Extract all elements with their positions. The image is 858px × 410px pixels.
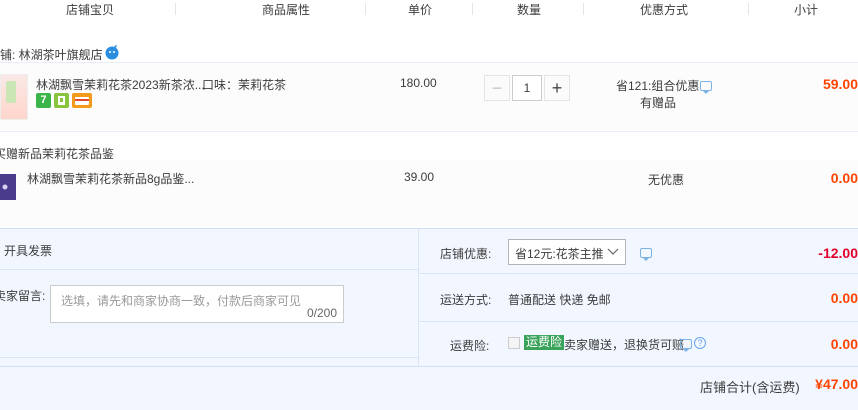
col-header-promo: 优惠方式 [640, 3, 689, 17]
seller-message-input[interactable]: 选填，请先和商家协商一致，付款后商家可见 0/200 [50, 285, 344, 323]
col-divider [748, 3, 749, 15]
order-summary: 开具发票 卖家留言: 选填，请先和商家协商一致，付款后商家可见 0/200 店铺… [0, 228, 858, 410]
gift-promo: 无优惠 [648, 173, 685, 187]
divider [0, 269, 418, 270]
promo-text: 省121:组合优惠 [616, 79, 700, 93]
chevron-down-icon [607, 248, 619, 255]
gift-title[interactable]: 林湖飘雪茉莉花茶新品8g品鉴... [27, 170, 194, 187]
col-header-item: 店铺宝贝 [66, 3, 115, 17]
cart-order-panel: { "header": { "col_item": "店铺宝贝", "col_a… [0, 0, 858, 410]
shop-total-value: ¥47.00 [815, 376, 858, 392]
shop-discount-label: 店铺优惠: [440, 247, 492, 261]
item-subtotal: 59.00 [822, 76, 858, 92]
shop-name[interactable]: 店铺: 林湖茶叶旗舰店 [0, 46, 103, 63]
quantity-stepper: − 1 + [484, 75, 570, 101]
gift-item-row: 林湖飘雪茉莉花茶新品8g品鉴... 39.00 无优惠 0.00 [0, 160, 858, 226]
insurance-badge: 运费险 [524, 335, 565, 350]
col-header-subtotal: 小计 [794, 3, 819, 17]
promo-info-icon[interactable] [700, 81, 712, 94]
gift-note: 有赠品 [640, 96, 677, 110]
col-header-attr: 商品属性 [262, 3, 311, 17]
insurance-amount: 0.00 [830, 336, 858, 352]
gift-subtotal: 0.00 [830, 170, 858, 186]
cart-item-row: 林湖飘雪茉莉花茶2023新茶浓... 7 口味：茉莉花茶 180.00 − 1 … [0, 62, 858, 132]
gift-thumbnail[interactable] [0, 174, 16, 200]
message-placeholder: 选填，请先和商家协商一致，付款后商家可见 [61, 294, 302, 308]
col-divider [583, 3, 584, 15]
divider [418, 273, 858, 274]
product-thumbnail[interactable] [0, 74, 28, 120]
shop-discount-value: 省12元:花茶主推 [515, 247, 604, 261]
discount-info-icon[interactable] [640, 248, 652, 261]
gift-price: 39.00 [404, 170, 435, 184]
invoice-option[interactable]: 开具发票 [4, 242, 52, 259]
divider [0, 357, 418, 358]
shop-discount-amount: -12.00 [818, 245, 858, 261]
insurance-info-icon[interactable] [680, 339, 692, 352]
credit-card-icon[interactable] [72, 93, 92, 108]
insurance-label: 运费险: [450, 339, 490, 353]
message-char-count: 0/200 [306, 306, 337, 320]
unit-price: 180.00 [400, 76, 437, 90]
col-divider [175, 3, 176, 15]
col-header-qty: 数量 [517, 3, 542, 17]
column-divider [418, 229, 419, 366]
shipping-label: 运送方式: [440, 293, 492, 307]
guarantee-icon[interactable] [54, 93, 69, 108]
divider [418, 321, 858, 322]
insurance-text: 卖家赠送，退换货可赔 [564, 338, 685, 352]
buyer-options: 开具发票 卖家留言: 选填，请先和商家协商一致，付款后商家可见 0/200 [0, 229, 418, 366]
product-attr: 口味：茉莉花茶 [202, 78, 287, 92]
col-header-price: 单价 [408, 3, 433, 17]
shop-total-label: 店铺合计(含运费) [700, 380, 800, 395]
shipping-value: 普通配送 快递 免邮 [508, 293, 611, 307]
divider [0, 366, 858, 367]
insurance-checkbox[interactable] [508, 337, 520, 349]
wangwang-chat-icon[interactable] [104, 44, 120, 60]
qty-decrease-button[interactable]: − [484, 75, 510, 101]
seven-day-return-icon[interactable]: 7 [36, 93, 51, 108]
shipping-amount: 0.00 [830, 290, 858, 306]
help-icon[interactable]: ? [694, 337, 706, 349]
shop-row: 店铺: 林湖茶叶旗舰店 [0, 42, 858, 62]
col-divider [472, 3, 473, 15]
col-divider [365, 3, 366, 15]
qty-increase-button[interactable]: + [544, 75, 570, 101]
table-header: 店铺宝贝 商品属性 单价 数量 优惠方式 小计 [0, 0, 858, 17]
shop-discount-select[interactable]: 省12元:花茶主推 [508, 239, 626, 265]
message-label: 卖家留言: [0, 289, 46, 303]
qty-input[interactable]: 1 [512, 75, 542, 101]
product-title[interactable]: 林湖飘雪茉莉花茶2023新茶浓... [36, 76, 205, 93]
